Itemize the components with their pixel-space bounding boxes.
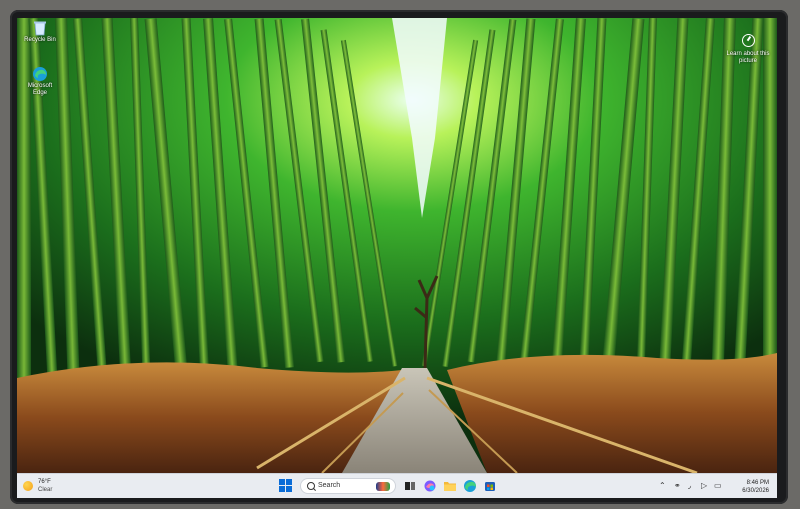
weather-condition: Clear	[38, 487, 53, 493]
clock-date: 6/30/2026	[742, 488, 769, 494]
weather-temp: 76°F	[38, 479, 51, 485]
volume-icon[interactable]: ▷	[701, 482, 707, 490]
recycle-bin-label: Recycle Bin	[24, 37, 56, 43]
taskbar-search[interactable]: Search	[300, 478, 396, 494]
start-button[interactable]	[279, 479, 293, 493]
spotlight-icon	[741, 34, 755, 47]
search-placeholder: Search	[318, 482, 341, 489]
search-highlight-icon	[376, 482, 390, 491]
system-tray: ⌃ ⚭ ◞ ▷ ▭ 8:46 PM 6/30/2026	[659, 478, 769, 495]
recycle-bin-shortcut[interactable]: Recycle Bin	[20, 20, 60, 44]
store-icon[interactable]	[483, 479, 497, 493]
learn-about-picture-label: Learn about this picture	[726, 51, 770, 64]
chevron-up-icon[interactable]: ⌃	[659, 482, 666, 490]
taskbar: 76°F Clear Search ⌃ ⚭ ◞ ▷ ▭ 8:46 PM 6/30…	[17, 473, 777, 498]
microsoft-edge-icon	[33, 67, 47, 81]
task-view-icon[interactable]	[403, 479, 417, 493]
weather-moon-icon	[23, 481, 33, 491]
wallpaper-bamboo-forest	[17, 18, 777, 473]
search-icon	[307, 482, 315, 490]
clock-time: 8:46 PM	[746, 480, 769, 486]
wifi-icon[interactable]: ◞	[688, 482, 691, 490]
folder-icon[interactable]	[443, 479, 457, 493]
battery-icon[interactable]: ▭	[714, 482, 722, 490]
clock[interactable]: 8:46 PM 6/30/2026	[735, 479, 769, 495]
learn-about-picture[interactable]: Learn about this picture	[725, 34, 771, 65]
recycle-bin-icon	[34, 21, 46, 36]
copilot-icon[interactable]	[423, 479, 437, 493]
microsoft-edge-label: Microsoft Edge	[27, 83, 53, 96]
edge-icon[interactable]	[463, 479, 477, 493]
desktop-screen: Recycle Bin Microsoft Edge Learn about t…	[17, 18, 777, 498]
battery-saver-icon[interactable]: ⚭	[674, 482, 681, 490]
microsoft-edge-shortcut[interactable]: Microsoft Edge	[20, 66, 60, 97]
